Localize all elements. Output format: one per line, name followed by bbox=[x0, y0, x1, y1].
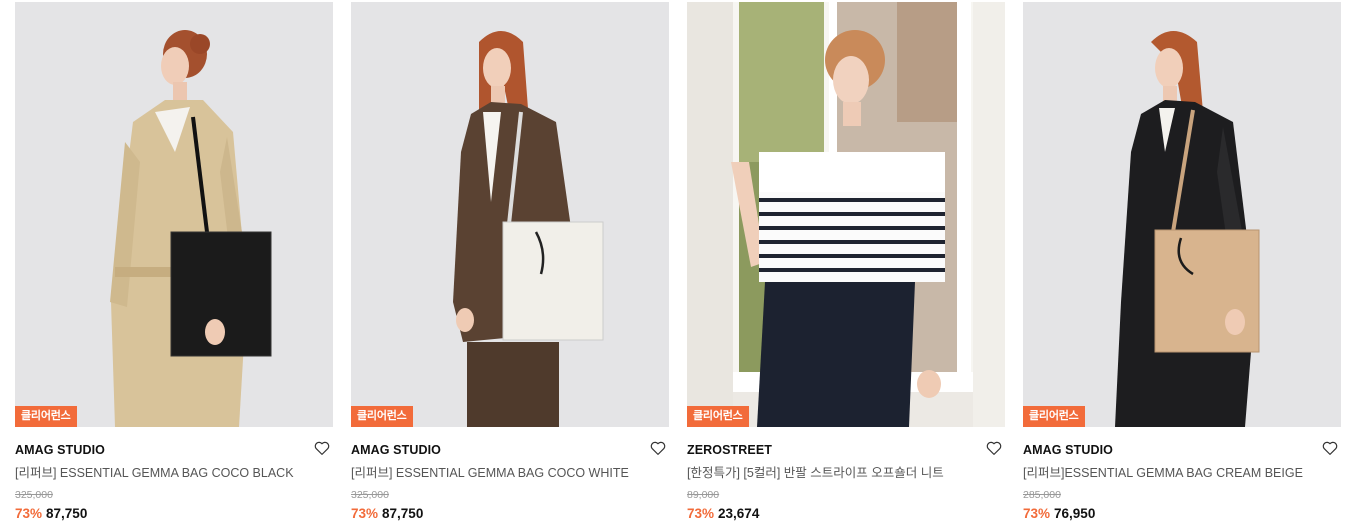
discount-rate: 73% bbox=[15, 506, 43, 521]
discount-rate: 73% bbox=[351, 506, 379, 521]
product-grid: 클리어런스 AMAG STUDIO [리퍼브] ESSENTIAL GEMMA … bbox=[0, 0, 1352, 527]
sale-price: 23,674 bbox=[718, 506, 760, 521]
product-name[interactable]: [리퍼브] ESSENTIAL GEMMA BAG COCO WHITE bbox=[351, 465, 669, 481]
clearance-badge: 클리어런스 bbox=[687, 406, 749, 427]
product-image-link[interactable]: 클리어런스 bbox=[351, 2, 669, 427]
product-card[interactable]: 클리어런스 ZEROSTREET [한정특가] [5컬러] 반팔 스트라이프 오… bbox=[687, 2, 1005, 524]
price-row: 73% 23,674 bbox=[687, 505, 1005, 522]
brand-name[interactable]: AMAG STUDIO bbox=[351, 442, 669, 458]
original-price: 325,000 bbox=[15, 489, 53, 501]
clearance-badge: 클리어런스 bbox=[1023, 406, 1085, 427]
product-name[interactable]: [한정특가] [5컬러] 반팔 스트라이프 오프숄더 니트 bbox=[687, 465, 1005, 481]
heart-outline-icon[interactable] bbox=[1321, 439, 1339, 457]
product-card[interactable]: 클리어런스 AMAG STUDIO [리퍼브] ESSENTIAL GEMMA … bbox=[351, 2, 669, 524]
product-photo-leather-coat-beige-bag bbox=[1023, 2, 1341, 427]
product-image-link[interactable]: 클리어런스 bbox=[1023, 2, 1341, 427]
brand-name[interactable]: AMAG STUDIO bbox=[15, 442, 333, 458]
heart-outline-icon[interactable] bbox=[313, 439, 331, 457]
product-image-link[interactable]: 클리어런스 bbox=[687, 2, 1005, 427]
original-price: 285,000 bbox=[1023, 489, 1061, 501]
discount-rate: 73% bbox=[1023, 506, 1051, 521]
product-name[interactable]: [리퍼브]ESSENTIAL GEMMA BAG CREAM BEIGE bbox=[1023, 465, 1341, 481]
product-photo-brown-suit-white-bag bbox=[351, 2, 669, 427]
sale-price: 76,950 bbox=[1054, 506, 1096, 521]
product-name[interactable]: [리퍼브] ESSENTIAL GEMMA BAG COCO BLACK bbox=[15, 465, 333, 481]
product-photo-trench-black-bag bbox=[15, 2, 333, 427]
brand-name[interactable]: ZEROSTREET bbox=[687, 442, 1005, 458]
heart-outline-icon[interactable] bbox=[985, 439, 1003, 457]
price-row: 73% 87,750 bbox=[351, 505, 669, 522]
original-price: 89,000 bbox=[687, 489, 720, 501]
product-card[interactable]: 클리어런스 AMAG STUDIO [리퍼브]ESSENTIAL GEMMA B… bbox=[1023, 2, 1341, 524]
sale-price: 87,750 bbox=[382, 506, 424, 521]
product-photo-stripe-knit bbox=[687, 2, 1005, 427]
brand-name[interactable]: AMAG STUDIO bbox=[1023, 442, 1341, 458]
clearance-badge: 클리어런스 bbox=[351, 406, 413, 427]
heart-outline-icon[interactable] bbox=[649, 439, 667, 457]
product-image-link[interactable]: 클리어런스 bbox=[15, 2, 333, 427]
discount-rate: 73% bbox=[687, 506, 715, 521]
price-row: 73% 76,950 bbox=[1023, 505, 1341, 522]
original-price: 325,000 bbox=[351, 489, 389, 501]
sale-price: 87,750 bbox=[46, 506, 88, 521]
product-card[interactable]: 클리어런스 AMAG STUDIO [리퍼브] ESSENTIAL GEMMA … bbox=[15, 2, 333, 524]
price-row: 73% 87,750 bbox=[15, 505, 333, 522]
clearance-badge: 클리어런스 bbox=[15, 406, 77, 427]
